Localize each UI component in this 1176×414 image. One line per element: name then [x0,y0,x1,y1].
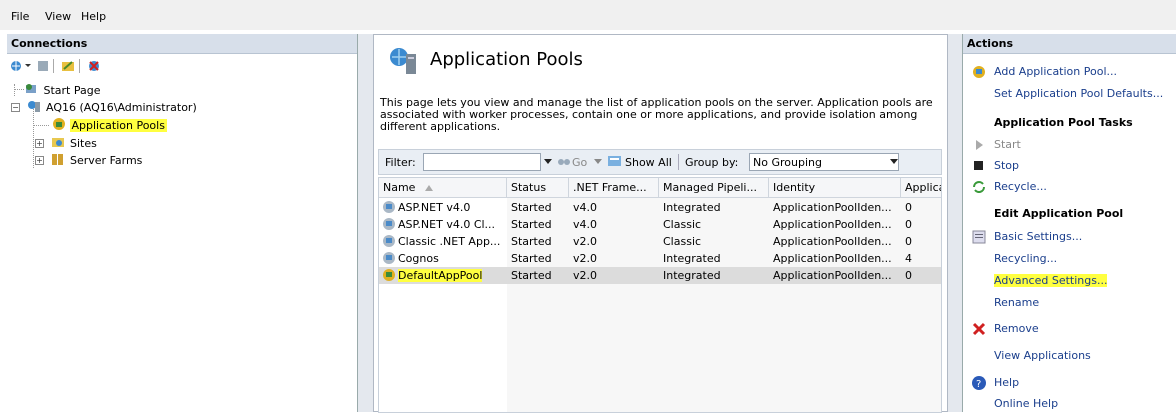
toolbar-separator [79,59,81,76]
application-pool-icon [52,117,66,134]
open-folder-icon[interactable] [61,59,75,76]
menu-help[interactable]: Help [81,10,106,23]
table-row[interactable]: ASP.NET v4.0 Started v4.0 Integrated App… [379,199,941,216]
actions-pane: Actions Add Application Pool... Set Appl… [962,34,1176,412]
show-all-icon[interactable] [607,154,623,171]
column-header-identity[interactable]: Identity [769,178,901,198]
svg-text:?: ? [976,379,981,390]
column-header-managed-pipeline[interactable]: Managed Pipeli... [659,178,769,198]
server-icon [27,99,41,116]
group-by-label: Group by: [685,156,739,169]
disconnect-icon[interactable] [87,59,101,76]
online-help-action[interactable]: Online Help [963,394,1176,414]
start-icon [971,137,987,156]
connections-pane: Connections Start Page − AQ16 (AQ16\Admi… [7,34,358,412]
settings-page-icon [971,229,987,248]
view-applications-action[interactable]: View Applications [963,346,1176,366]
actions-title: Actions [963,34,1176,54]
help-action[interactable]: ? Help [963,373,1176,393]
sites-folder-icon [51,135,65,152]
rename-action[interactable]: Rename [963,293,1176,313]
table-row-selected[interactable]: DefaultAppPool Started v2.0 Integrated A… [379,267,941,286]
tree-item-sites[interactable]: + Sites [35,135,99,151]
start-action: Start [963,135,1176,155]
tree-item-server[interactable]: − AQ16 (AQ16\Administrator) [11,99,199,115]
main-pane: Application Pools This page lets you vie… [373,34,948,413]
go-button[interactable]: Go [572,156,587,169]
group-by-select[interactable]: No Grouping [749,153,899,171]
save-icon[interactable] [37,59,49,76]
main-frame: Application Pools This page lets you vie… [358,34,962,413]
application-pool-icon [381,267,397,286]
tree-item-start-page[interactable]: Start Page [24,82,103,98]
page-description: This page lets you view and manage the l… [380,96,933,133]
collapse-icon[interactable]: − [11,103,20,112]
tree-item-application-pools[interactable]: Application Pools [52,117,167,133]
recycle-icon [971,179,987,198]
connections-title: Connections [7,34,357,54]
go-icon[interactable] [557,154,571,171]
filter-input[interactable] [423,153,541,171]
group-by-dropdown-icon[interactable] [889,154,899,171]
expand-icon[interactable]: + [35,139,44,148]
add-application-pool-icon [971,64,987,83]
stop-icon [971,158,987,177]
stop-action[interactable]: Stop [963,156,1176,176]
set-application-pool-defaults-action[interactable]: Set Application Pool Defaults... [963,84,1176,104]
page-title: Application Pools [430,49,583,70]
remove-action[interactable]: Remove [963,319,1176,339]
tree-item-server-farms[interactable]: + Server Farms [35,152,144,168]
connections-toolbar [7,54,357,80]
expand-icon[interactable]: + [35,156,44,165]
table-row[interactable]: Classic .NET App... Started v2.0 Classic… [379,233,941,250]
show-all-button[interactable]: Show All [625,156,672,169]
table-row[interactable]: ASP.NET v4.0 Cl... Started v4.0 Classic … [379,216,941,233]
basic-settings-action[interactable]: Basic Settings... [963,227,1176,247]
column-header-status[interactable]: Status [507,178,569,198]
application-pool-tasks-header: Application Pool Tasks [994,116,1133,129]
server-farm-icon [51,152,65,169]
remove-icon [971,321,987,340]
recycling-action[interactable]: Recycling... [963,249,1176,269]
add-application-pool-action[interactable]: Add Application Pool... [963,62,1176,82]
column-header-name[interactable]: Name [379,178,507,198]
application-pools-header-icon [388,45,420,80]
application-pools-list: Name Status .NET Frame... Managed Pipeli… [378,177,942,413]
filter-bar: Filter: Go Show All Group by: No Groupin… [378,149,942,175]
list-header: Name Status .NET Frame... Managed Pipeli… [379,178,941,198]
sort-ascending-icon [424,181,433,194]
edit-application-pool-header: Edit Application Pool [994,207,1124,220]
toolbar-separator [53,59,55,76]
recycle-action[interactable]: Recycle... [963,177,1176,197]
column-header-net-framework[interactable]: .NET Frame... [569,178,659,198]
menu-view[interactable]: View [45,10,71,23]
menu-bar: File View Help [0,0,1176,30]
filter-label: Filter: [385,156,416,169]
group-by-value: No Grouping [753,156,822,169]
help-icon: ? [971,375,987,394]
column-header-applications[interactable]: Applica [901,178,941,198]
advanced-settings-action[interactable]: Advanced Settings... [963,271,1176,291]
start-page-icon [24,82,38,99]
connect-icon[interactable] [10,59,32,76]
go-dropdown-icon[interactable] [593,154,603,171]
menu-file[interactable]: File [11,10,29,23]
table-row[interactable]: Cognos Started v2.0 Integrated Applicati… [379,250,941,267]
filter-dropdown-icon[interactable] [543,154,553,171]
